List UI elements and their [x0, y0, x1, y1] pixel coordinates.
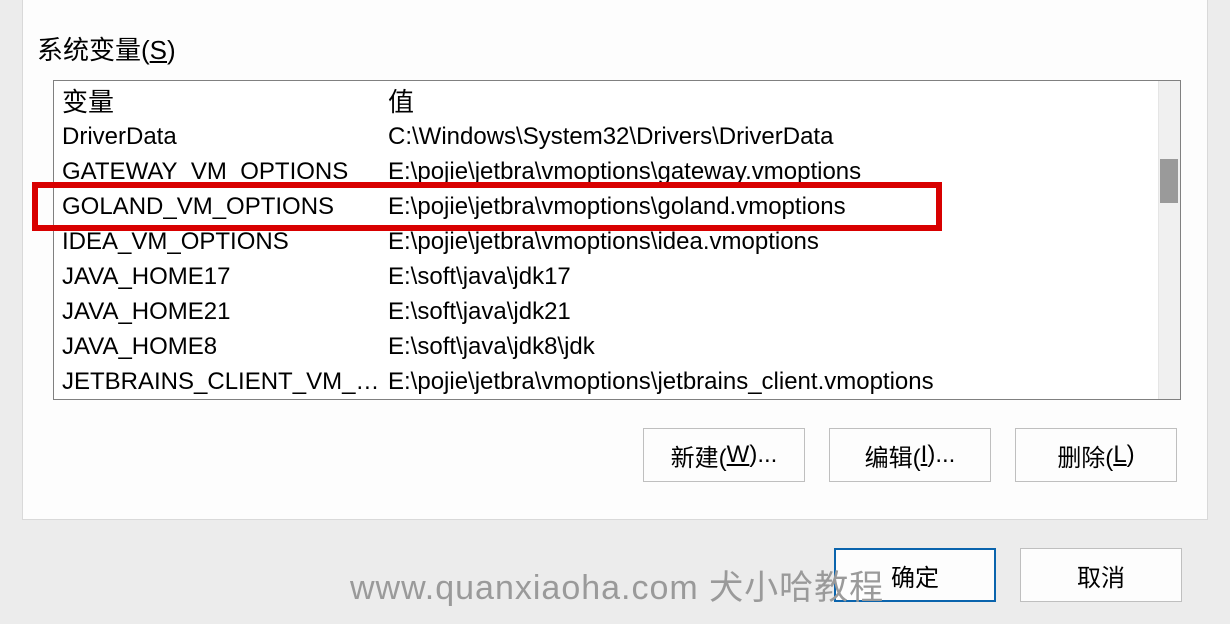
scrollbar[interactable]: [1158, 81, 1180, 399]
cell-value: E:\soft\java\jdk17: [384, 263, 1158, 291]
cell-variable: GOLAND_VM_OPTIONS: [54, 193, 384, 221]
cell-variable: JETBRAINS_CLIENT_VM_O...: [54, 368, 384, 396]
cell-variable: JAVA_HOME21: [54, 298, 384, 326]
table-row[interactable]: IDEA_VM_OPTIONS E:\pojie\jetbra\vmoption…: [54, 224, 1158, 259]
group-title: 系统变量(S): [37, 30, 176, 67]
cell-value: E:\pojie\jetbra\vmoptions\idea.vmoptions: [384, 228, 1158, 256]
cell-variable: JAVA_HOME17: [54, 263, 384, 291]
list-header: 变量 值: [54, 81, 1180, 119]
cell-value: C:\Windows\System32\Drivers\DriverData: [384, 123, 1158, 151]
edit-button[interactable]: 编辑(I)...: [829, 428, 991, 482]
table-row[interactable]: DriverData C:\Windows\System32\Drivers\D…: [54, 119, 1158, 154]
cell-value: E:\pojie\jetbra\vmoptions\goland.vmoptio…: [384, 193, 1158, 221]
list-rows: DriverData C:\Windows\System32\Drivers\D…: [54, 119, 1158, 399]
table-row[interactable]: JAVA_HOME8 E:\soft\java\jdk8\jdk: [54, 329, 1158, 364]
group-title-accelerator: S: [150, 35, 167, 65]
new-button-post: )...: [749, 441, 777, 469]
cell-value: E:\soft\java\jdk21: [384, 298, 1158, 326]
column-value[interactable]: 值: [384, 82, 1180, 119]
cell-variable: IDEA_VM_OPTIONS: [54, 228, 384, 256]
list-actions: 新建(W)... 编辑(I)... 删除(L): [23, 428, 1177, 482]
edit-button-post: )...: [927, 441, 955, 469]
group-title-suffix: ): [167, 35, 176, 65]
system-variables-group: 系统变量(S) 变量 值 DriverData C:\Windows\Syste…: [22, 0, 1208, 520]
cell-value: E:\pojie\jetbra\vmoptions\jetbrains_clie…: [384, 368, 1158, 396]
column-variable[interactable]: 变量: [54, 82, 384, 119]
table-row[interactable]: JAVA_HOME21 E:\soft\java\jdk21: [54, 294, 1158, 329]
cell-value: E:\pojie\jetbra\vmoptions\gateway.vmopti…: [384, 158, 1158, 186]
delete-button[interactable]: 删除(L): [1015, 428, 1177, 482]
delete-button-pre: 删除(: [1057, 438, 1113, 473]
cell-value: E:\soft\java\jdk8\jdk: [384, 333, 1158, 361]
table-row[interactable]: JETBRAINS_CLIENT_VM_O... E:\pojie\jetbra…: [54, 364, 1158, 399]
cell-variable: DriverData: [54, 123, 384, 151]
group-title-prefix: 系统变量(: [37, 35, 150, 65]
cell-variable: JAVA_HOME8: [54, 333, 384, 361]
new-button-accel: W: [727, 441, 750, 469]
new-button-pre: 新建(: [671, 438, 727, 473]
delete-button-accel: L: [1113, 441, 1126, 469]
table-row[interactable]: GATEWAY_VM_OPTIONS E:\pojie\jetbra\vmopt…: [54, 154, 1158, 189]
edit-button-pre: 编辑(: [865, 438, 921, 473]
new-button[interactable]: 新建(W)...: [643, 428, 805, 482]
env-variables-list[interactable]: 变量 值 DriverData C:\Windows\System32\Driv…: [53, 80, 1181, 400]
scrollbar-thumb[interactable]: [1160, 159, 1178, 203]
cell-variable: GATEWAY_VM_OPTIONS: [54, 158, 384, 186]
table-row[interactable]: GOLAND_VM_OPTIONS E:\pojie\jetbra\vmopti…: [54, 189, 1158, 224]
table-row[interactable]: JAVA_HOME17 E:\soft\java\jdk17: [54, 259, 1158, 294]
delete-button-post: ): [1127, 441, 1135, 469]
watermark-text: www.quanxiaoha.com 犬小哈教程: [350, 560, 884, 609]
edit-button-accel: I: [921, 441, 928, 469]
cancel-button[interactable]: 取消: [1020, 548, 1182, 602]
